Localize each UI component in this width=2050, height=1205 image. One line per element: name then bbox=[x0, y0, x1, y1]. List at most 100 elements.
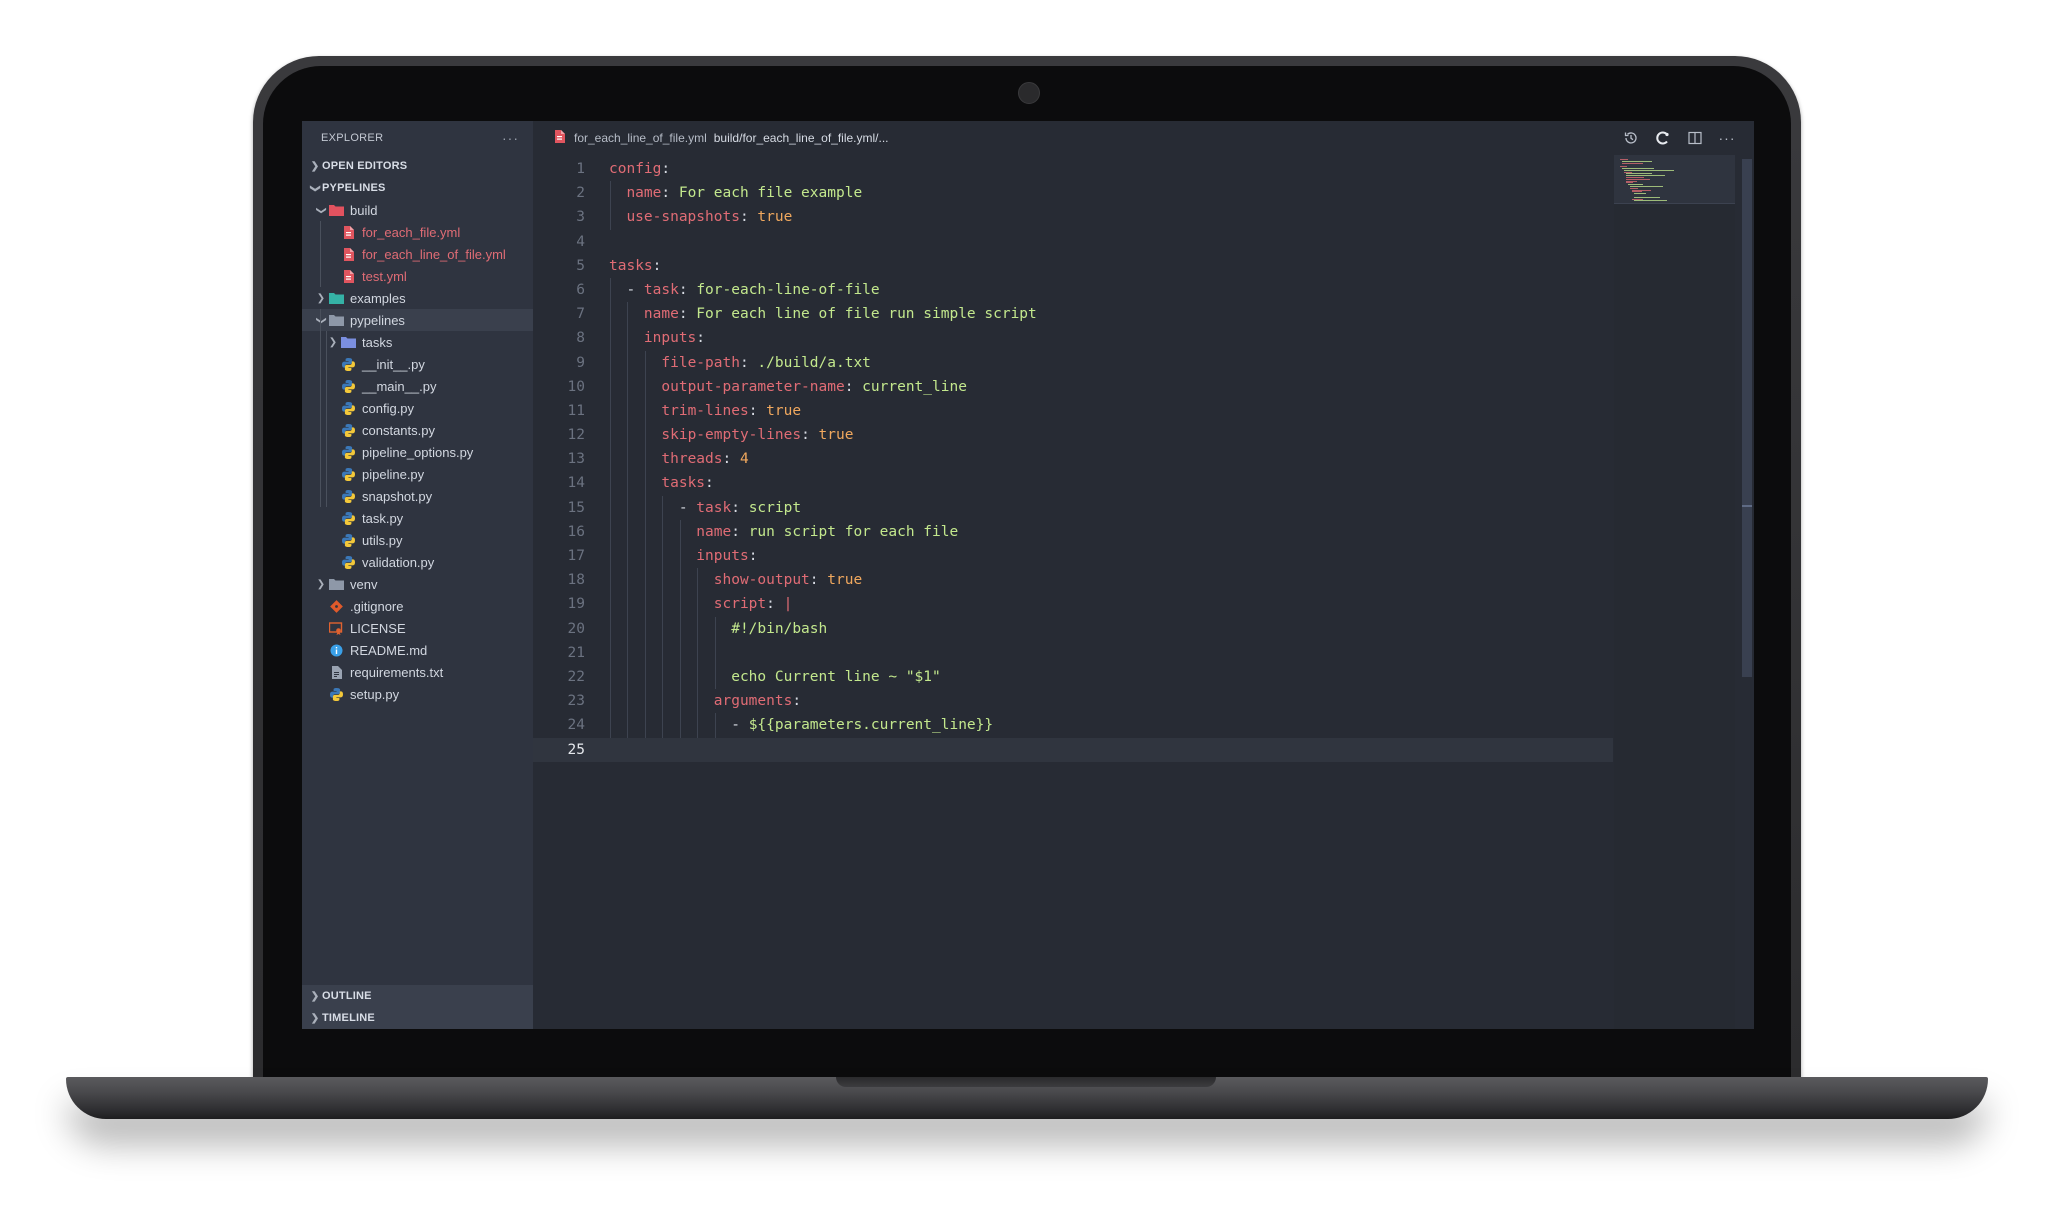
code-token: echo Current line ~ "$1" bbox=[731, 668, 941, 685]
chevron-right-icon: ❯ bbox=[310, 160, 320, 172]
folder-icon bbox=[328, 577, 344, 591]
indent-guide bbox=[644, 398, 646, 424]
open-editors-section[interactable]: ❯ OPEN EDITORS bbox=[302, 155, 533, 177]
code-token: run script for each file bbox=[748, 523, 959, 540]
indent-guide bbox=[697, 616, 699, 641]
folder-icon bbox=[328, 291, 344, 305]
more-icon[interactable]: ··· bbox=[1718, 129, 1736, 147]
code-token: 4 bbox=[739, 451, 749, 468]
tree-file[interactable]: config.py bbox=[302, 397, 533, 419]
minimap-line bbox=[1634, 193, 1647, 195]
code-token: name bbox=[626, 185, 662, 202]
indent-guide bbox=[610, 350, 611, 375]
tree-file[interactable]: snapshot.py bbox=[302, 485, 533, 507]
breadcrumb[interactable]: build/for_each_line_of_file.yml/... bbox=[714, 131, 889, 145]
minimap[interactable] bbox=[1614, 155, 1735, 1029]
explorer-header: EXPLORER ··· bbox=[302, 121, 533, 155]
indent-guide bbox=[662, 640, 664, 665]
code-text: name: run script for each file bbox=[696, 520, 958, 544]
code-token: : bbox=[809, 572, 828, 589]
indent-guide bbox=[627, 423, 629, 448]
line-number: 5 bbox=[576, 257, 585, 274]
tree-folder[interactable]: ❯ pypelines bbox=[302, 309, 533, 331]
line-number: 22 bbox=[567, 668, 585, 685]
code-text: - ${{parameters.current_line}} bbox=[731, 713, 993, 737]
tree-file[interactable]: requirements.txt bbox=[302, 661, 533, 683]
line-number: 25 bbox=[567, 741, 585, 758]
tree-file[interactable]: test.yml bbox=[302, 265, 533, 287]
code-text: threads: 4 bbox=[661, 447, 748, 471]
code-text: file-path: ./build/a.txt bbox=[661, 351, 871, 375]
timeline-section[interactable]: ❯ TIMELINE bbox=[302, 1007, 533, 1029]
compare-changes-icon[interactable] bbox=[1654, 129, 1672, 147]
editor-tab[interactable]: for_each_line_of_file.yml build/for_each… bbox=[533, 130, 889, 146]
indent-guide bbox=[679, 616, 681, 641]
code-token: name bbox=[696, 523, 732, 540]
code-token: #!/bin/bash bbox=[731, 620, 828, 637]
code-line: 17 inputs: bbox=[533, 544, 1613, 569]
split-editor-icon[interactable] bbox=[1686, 129, 1704, 147]
line-number: 16 bbox=[567, 523, 585, 540]
tree-folder[interactable]: ❯ examples bbox=[302, 287, 533, 309]
tree-file[interactable]: .gitignore bbox=[302, 595, 533, 617]
tree-file[interactable]: __main__.py bbox=[302, 375, 533, 397]
chevron-down-icon: ❯ bbox=[315, 315, 327, 325]
tree-file[interactable]: utils.py bbox=[302, 529, 533, 551]
tree-file[interactable]: __init__.py bbox=[302, 353, 533, 375]
line-number: 21 bbox=[567, 644, 585, 661]
tree-file[interactable]: validation.py bbox=[302, 551, 533, 573]
code-token: current_line bbox=[862, 378, 967, 395]
open-editors-label: OPEN EDITORS bbox=[322, 160, 408, 172]
bottom-sections: ❯ OUTLINE ❯ TIMELINE bbox=[302, 985, 533, 1029]
indent-guide bbox=[644, 640, 646, 665]
indent-guide bbox=[627, 447, 629, 472]
code-token: : bbox=[766, 596, 784, 613]
tree-file[interactable]: README.md bbox=[302, 639, 533, 661]
outline-section[interactable]: ❯ OUTLINE bbox=[302, 985, 533, 1007]
indent-guide bbox=[697, 640, 699, 665]
history-icon[interactable] bbox=[1622, 129, 1640, 147]
tree-file[interactable]: task.py bbox=[302, 507, 533, 529]
tree-item-label: .gitignore bbox=[350, 598, 404, 614]
tree-file[interactable]: for_each_line_of_file.yml bbox=[302, 243, 533, 265]
editor-actions: ··· bbox=[1622, 121, 1736, 155]
tree-file[interactable]: for_each_file.yml bbox=[302, 221, 533, 243]
more-actions-icon[interactable]: ··· bbox=[502, 130, 519, 146]
workspace-section[interactable]: ❯ PYPELINES bbox=[302, 177, 533, 199]
tree-file[interactable]: constants.py bbox=[302, 419, 533, 441]
folder-icon bbox=[328, 203, 344, 217]
code-token: : bbox=[652, 257, 662, 274]
tree-file[interactable]: setup.py bbox=[302, 683, 533, 705]
python-file-icon bbox=[328, 687, 344, 701]
tree-item-label: setup.py bbox=[350, 686, 400, 702]
code-text: echo Current line ~ "$1" bbox=[731, 665, 941, 689]
indent-guide bbox=[610, 423, 611, 448]
code-token: true bbox=[757, 209, 793, 226]
code-token: for-each-line-of-file bbox=[696, 281, 880, 298]
indent-guide bbox=[627, 519, 629, 544]
tree-file[interactable]: LICENSE bbox=[302, 617, 533, 639]
tree-item-label: __init__.py bbox=[362, 356, 425, 372]
indent-guide bbox=[610, 277, 611, 303]
indent-guide bbox=[662, 664, 664, 690]
tree-file[interactable]: pipeline_options.py bbox=[302, 441, 533, 463]
line-number: 9 bbox=[576, 354, 585, 371]
line-number: 7 bbox=[576, 306, 585, 323]
indent-guide bbox=[644, 447, 646, 472]
code-token: - bbox=[678, 499, 697, 516]
vertical-scrollbar[interactable] bbox=[1742, 159, 1752, 677]
tree-file[interactable]: pipeline.py bbox=[302, 463, 533, 485]
tree-item-label: test.yml bbox=[362, 268, 407, 284]
code-line: 15 - task: script bbox=[533, 495, 1613, 520]
code-token: threads bbox=[661, 451, 723, 468]
tree-folder[interactable]: ❯ venv bbox=[302, 573, 533, 595]
indent-guide bbox=[714, 713, 716, 738]
code-text: skip-empty-lines: true bbox=[661, 423, 853, 447]
code-text: trim-lines: true bbox=[661, 399, 801, 423]
indent-guide bbox=[627, 592, 629, 617]
tree-folder[interactable]: ❯ build bbox=[302, 199, 533, 221]
code-editor[interactable]: 1 config: 2 name: For each file example 3 use… bbox=[533, 157, 1613, 762]
code-line: 13 threads: 4 bbox=[533, 447, 1613, 472]
tree-folder[interactable]: ❯ tasks bbox=[302, 331, 533, 353]
code-token: : bbox=[801, 427, 819, 444]
